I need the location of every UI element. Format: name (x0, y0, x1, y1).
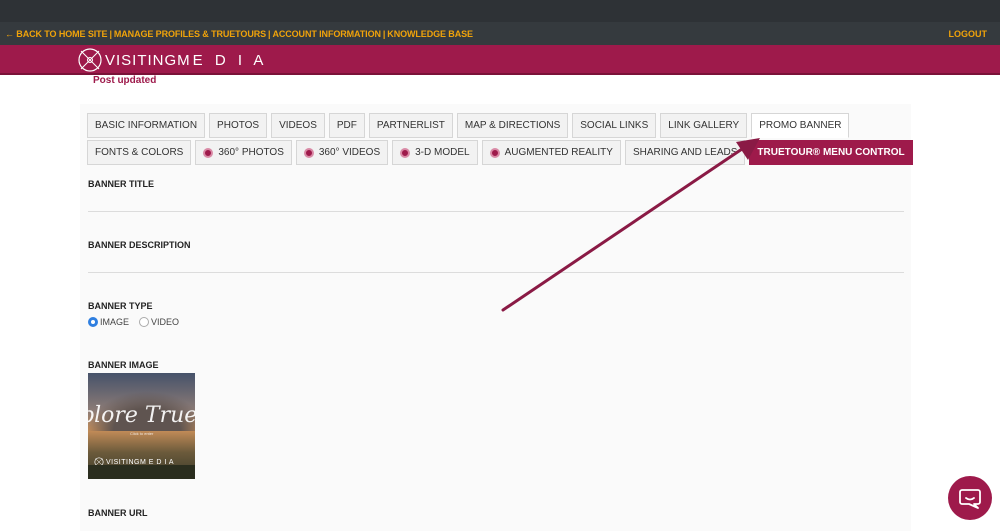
banner-image-label: BANNER IMAGE (88, 360, 159, 370)
tab-truetour-menu-control[interactable]: TRUETOUR® MENU CONTROL (749, 140, 913, 165)
banner-type-radio-group: IMAGE VIDEO (88, 317, 179, 327)
tab-basic-information[interactable]: BASIC INFORMATION (87, 113, 206, 138)
nav-back-to-home[interactable]: ← BACK TO HOME SITE (5, 29, 108, 39)
nav-manage-profiles[interactable]: MANAGE PROFILES & TRUETOURS (114, 29, 266, 39)
banner-title-input[interactable] (88, 211, 904, 212)
tab-label: 360° PHOTOS (218, 147, 284, 158)
tab-social-links[interactable]: SOCIAL LINKS (572, 113, 657, 138)
logo-word-thin: E D I A (192, 51, 268, 69)
banner-type-image-label: IMAGE (100, 317, 130, 327)
tab-label: 360° VIDEOS (318, 147, 381, 158)
tab-augmented-reality[interactable]: AUGMENTED REALITY (481, 140, 621, 165)
tab-sharing-leads[interactable]: SHARING AND LEADS (624, 140, 746, 165)
banner-type-video-radio[interactable] (139, 317, 150, 327)
banner-description-label: BANNER DESCRIPTION (88, 240, 191, 250)
tree-line (88, 465, 195, 479)
premium-dot-icon (203, 147, 214, 158)
chat-launcher-button[interactable] (948, 476, 992, 520)
premium-dot-icon (489, 147, 500, 158)
chat-bubble-icon (959, 489, 981, 509)
nav-separator: | (382, 28, 386, 39)
tab-link-gallery[interactable]: LINK GALLERY (660, 113, 748, 138)
tab-label: AUGMENTED REALITY (504, 147, 613, 158)
editor-panel (80, 104, 911, 531)
nav-links: ← BACK TO HOME SITE | MANAGE PROFILES & … (5, 29, 473, 39)
admin-nav-bar: ← BACK TO HOME SITE | MANAGE PROFILES & … (0, 22, 1000, 45)
top-strip (0, 0, 1000, 22)
tab-label: SHARING AND LEADS (632, 147, 738, 158)
tab-pdf[interactable]: PDF (328, 113, 365, 138)
banner-title-label: BANNER TITLE (88, 179, 154, 189)
premium-dot-icon (303, 147, 314, 158)
premium-dot-icon (400, 147, 411, 158)
banner-sub-text: Click to enter (130, 431, 154, 436)
nav-separator: | (109, 28, 112, 39)
banner-image-preview[interactable]: plore TrueTo Click to enter VISITINGM E … (88, 373, 195, 479)
tab-fonts-colors[interactable]: FONTS & COLORS (87, 140, 192, 165)
tab-label: TRUETOUR® MENU CONTROL (757, 147, 905, 158)
nav-account-information[interactable]: ACCOUNT INFORMATION (272, 29, 381, 39)
tab-promo-banner[interactable]: PROMO BANNER (751, 113, 850, 138)
compass-logo-icon (78, 48, 102, 72)
tab-partnerlist[interactable]: PARTNERLIST (368, 113, 453, 138)
logout-link[interactable]: LOGOUT (949, 29, 988, 39)
nav-separator: | (268, 28, 271, 39)
nav-knowledge-base[interactable]: KNOWLEDGE BASE (387, 29, 473, 39)
tab-photos[interactable]: PHOTOS (209, 113, 268, 138)
tab-label: 3-D MODEL (415, 147, 470, 158)
banner-script-text: plore TrueTo (88, 403, 195, 428)
tab-3d-model[interactable]: 3-D MODEL (392, 140, 478, 165)
logo-wordmark: VISITINGM E D I A (105, 52, 267, 69)
tab-360-videos[interactable]: 360° VIDEOS (295, 140, 389, 165)
banner-type-image-radio[interactable] (88, 317, 98, 327)
tab-row-2: FONTS & COLORS 360° PHOTOS 360° VIDEOS 3… (87, 140, 913, 165)
logo-word-bold: VISITINGM (105, 51, 191, 69)
banner-url-label: BANNER URL (88, 508, 148, 518)
tab-bar: BASIC INFORMATION PHOTOS VIDEOS PDF PART… (87, 113, 913, 167)
site-logo[interactable]: VISITINGM E D I A (77, 47, 267, 73)
banner-description-input[interactable] (88, 272, 904, 273)
tab-map-directions[interactable]: MAP & DIRECTIONS (456, 113, 569, 138)
tab-row-1: BASIC INFORMATION PHOTOS VIDEOS PDF PART… (87, 113, 907, 138)
tab-videos[interactable]: VIDEOS (271, 113, 325, 138)
status-notice: Post updated (93, 75, 157, 86)
tab-360-photos[interactable]: 360° PHOTOS (195, 140, 292, 165)
tab-label: FONTS & COLORS (95, 147, 184, 158)
banner-type-video-label: VIDEO (151, 317, 180, 327)
banner-type-label: BANNER TYPE (88, 301, 153, 311)
